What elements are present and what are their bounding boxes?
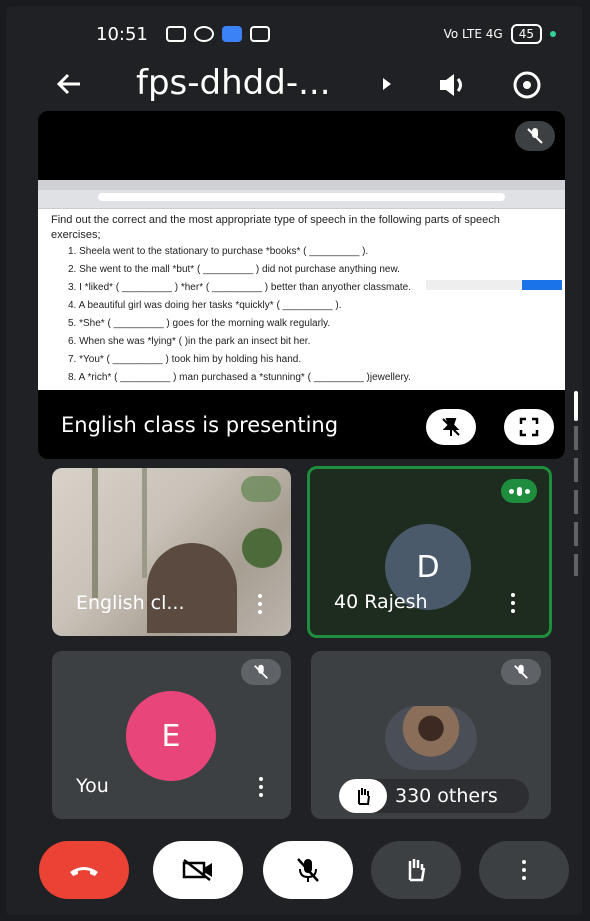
mic-off-icon bbox=[501, 659, 541, 685]
worksheet-item: 4. A beautiful girl was doing her tasks … bbox=[68, 300, 342, 311]
stop-sharing-button bbox=[522, 280, 562, 290]
message-notification-icon bbox=[250, 26, 270, 42]
app-notification-icon bbox=[222, 26, 242, 42]
notification-icons bbox=[166, 26, 270, 42]
meeting-code[interactable]: fps-dhdd-... bbox=[136, 63, 331, 103]
participant-name: You bbox=[76, 775, 109, 797]
shared-screen: Find out the correct and the most approp… bbox=[38, 180, 565, 390]
raise-hand-button[interactable] bbox=[371, 841, 461, 899]
participant-tile-self[interactable]: E You bbox=[52, 651, 291, 819]
video-notification-icon bbox=[166, 26, 186, 42]
participant-name: 40 Rajesh bbox=[334, 591, 428, 613]
arrow-left-icon[interactable] bbox=[54, 69, 84, 99]
mic-status-icon bbox=[241, 476, 281, 502]
mic-off-icon bbox=[241, 659, 281, 685]
meeting-topbar: fps-dhdd-... bbox=[6, 61, 582, 111]
worksheet-item: 8. A *rich* ( _________ ) man purchased … bbox=[68, 372, 411, 383]
more-vert-icon[interactable] bbox=[258, 777, 264, 797]
signal-text: Vo LTE 4G bbox=[443, 27, 503, 41]
fullscreen-button[interactable] bbox=[504, 409, 554, 445]
camera-off-icon bbox=[182, 859, 212, 881]
presentation-tile[interactable]: Find out the correct and the most approp… bbox=[38, 111, 565, 459]
avatar bbox=[385, 706, 477, 770]
raise-hand-icon bbox=[408, 859, 426, 882]
pin-off-icon bbox=[442, 418, 460, 436]
worksheet-item: 6. When she was *lying* ( )in the park a… bbox=[68, 336, 311, 347]
participant-tile-others[interactable]: 330 others bbox=[311, 651, 551, 819]
more-options-button[interactable] bbox=[479, 841, 569, 899]
participant-tile[interactable]: English cl... bbox=[52, 468, 291, 636]
unpin-button[interactable] bbox=[426, 409, 476, 445]
plant bbox=[242, 528, 282, 568]
more-vert-icon bbox=[521, 860, 527, 880]
status-bar: 10:51 Vo LTE 4G 45 bbox=[6, 18, 582, 58]
end-call-button[interactable] bbox=[39, 841, 129, 899]
app-frame: 10:51 Vo LTE 4G 45 fps-dhdd-... Find out… bbox=[6, 6, 582, 915]
mic-off-icon bbox=[515, 121, 555, 151]
worksheet-item: 7. *You* ( _________ ) took him by holdi… bbox=[68, 354, 302, 365]
worksheet-intro: Find out the correct and the most approp… bbox=[51, 214, 500, 241]
camera-toggle-button[interactable] bbox=[153, 841, 243, 899]
speaker-icon[interactable] bbox=[436, 71, 468, 99]
participant-tile[interactable]: D 40 Rajesh bbox=[307, 466, 552, 638]
sharing-banner bbox=[426, 280, 562, 290]
speaking-indicator-icon bbox=[501, 479, 537, 503]
worksheet-item: 5. *She* ( _________ ) goes for the morn… bbox=[68, 318, 331, 329]
status-right: Vo LTE 4G 45 bbox=[444, 24, 556, 44]
privacy-dot-icon bbox=[550, 31, 556, 37]
more-vert-icon[interactable] bbox=[257, 594, 263, 614]
camera-flip-icon[interactable] bbox=[510, 69, 544, 101]
others-count: 330 others bbox=[395, 785, 498, 807]
phone-hangup-icon bbox=[70, 867, 98, 876]
chevron-right-icon[interactable] bbox=[383, 78, 391, 90]
more-vert-icon[interactable] bbox=[510, 593, 516, 613]
avatar: E bbox=[126, 691, 216, 781]
scrollbar-track bbox=[574, 426, 578, 576]
browser-bar bbox=[38, 180, 565, 209]
participant-video bbox=[147, 543, 237, 633]
worksheet-item: 1. Sheela went to the stationary to purc… bbox=[68, 246, 369, 257]
participant-name: English cl... bbox=[76, 592, 185, 614]
status-time: 10:51 bbox=[96, 24, 148, 45]
scrollbar-thumb[interactable] bbox=[574, 391, 578, 421]
battery-icon: 45 bbox=[510, 24, 542, 44]
presenting-label: English class is presenting bbox=[61, 413, 339, 437]
raise-hand-icon bbox=[339, 779, 387, 813]
whatsapp-notification-icon bbox=[194, 26, 214, 42]
fullscreen-icon bbox=[519, 417, 539, 437]
worksheet-item: 2. She went to the mall *but* ( ________… bbox=[68, 264, 400, 275]
others-pill[interactable]: 330 others bbox=[339, 779, 529, 813]
call-controls bbox=[6, 841, 582, 901]
mic-toggle-button[interactable] bbox=[263, 841, 353, 899]
mic-off-icon bbox=[297, 858, 319, 882]
